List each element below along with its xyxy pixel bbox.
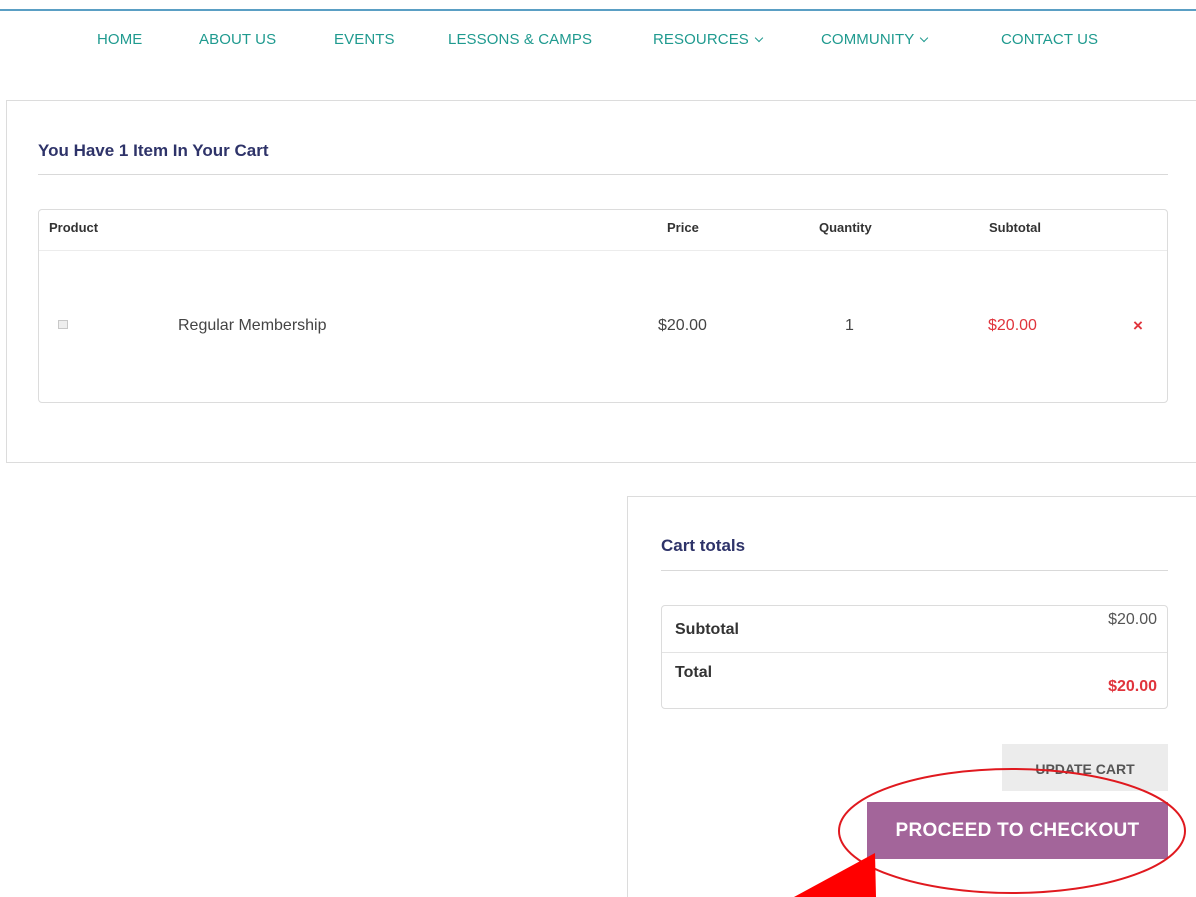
chevron-down-icon [754,33,764,43]
product-name-link[interactable]: Regular Membership [178,317,327,335]
update-cart-button[interactable]: UPDATE CART [1002,744,1168,791]
cart-totals-heading: Cart totals [661,536,746,555]
nav-about-us[interactable]: ABOUT US [199,31,276,48]
column-header-subtotal: Subtotal [989,220,1041,235]
product-subtotal: $20.00 [988,317,1037,334]
totals-table: Subtotal $20.00 Total $20.00 [661,605,1168,709]
nav-home[interactable]: HOME [97,31,142,48]
nav-community-label: COMMUNITY [821,31,915,48]
column-header-price: Price [667,220,699,235]
cart-panel: You Have 1 Item In Your Cart Product Pri… [6,100,1196,463]
divider [39,250,1167,251]
close-icon[interactable]: × [1133,317,1143,335]
divider [662,652,1167,653]
divider [661,570,1168,571]
cart-table: Product Price Quantity Subtotal Regular … [38,209,1168,403]
column-header-product: Product [49,220,99,235]
column-header-quantity: Quantity [819,220,872,235]
cart-heading: You Have 1 Item In Your Cart [38,141,269,160]
cart-totals-panel: Cart totals Subtotal $20.00 Total $20.00… [627,496,1196,897]
nav-events[interactable]: EVENTS [334,31,395,48]
total-label: Total [675,664,713,681]
divider [38,174,1168,175]
total-value: $20.00 [1108,678,1157,695]
product-quantity[interactable]: 1 [845,317,854,335]
chevron-down-icon [920,33,929,43]
nav-lessons-camps[interactable]: LESSONS & CAMPS [448,31,592,48]
main-nav: HOME ABOUT US EVENTS LESSONS & CAMPS RES… [0,31,1196,53]
subtotal-value: $20.00 [1108,611,1157,628]
nav-resources[interactable]: RESOURCES [653,31,764,48]
nav-contact-us[interactable]: CONTACT US [1001,31,1098,48]
product-price: $20.00 [658,317,707,334]
image-placeholder-icon[interactable] [58,320,68,329]
header-divider [0,9,1196,11]
proceed-to-checkout-button[interactable]: PROCEED TO CHECKOUT [867,802,1168,859]
nav-community[interactable]: COMMUNITY [821,31,929,48]
subtotal-label: Subtotal [675,621,739,638]
nav-resources-label: RESOURCES [653,31,749,48]
